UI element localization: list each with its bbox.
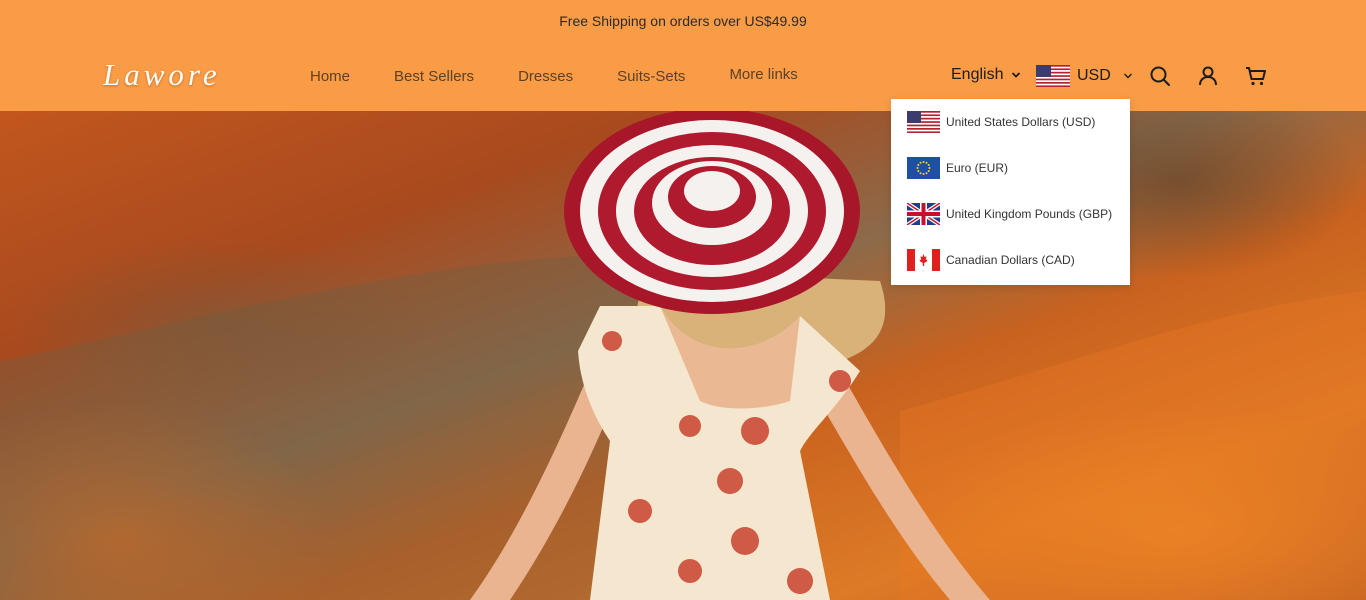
- us-flag-icon: [907, 111, 940, 133]
- currency-option-cad[interactable]: Canadian Dollars (CAD): [907, 248, 1075, 272]
- announcement-bar: Free Shipping on orders over US$49.99: [0, 0, 1366, 42]
- nav-home[interactable]: Home: [310, 68, 350, 85]
- site-header: Lawore Home Best Sellers Dresses Suits-S…: [0, 42, 1366, 111]
- hero-image: [0, 111, 1366, 600]
- nav-dresses[interactable]: Dresses: [518, 68, 573, 85]
- chevron-down-icon: [1012, 72, 1021, 78]
- ca-flag-icon: [907, 249, 940, 271]
- cart-icon[interactable]: [1244, 64, 1268, 88]
- currency-option-label: Canadian Dollars (CAD): [946, 253, 1075, 267]
- currency-option-label: Euro (EUR): [946, 161, 1009, 175]
- currency-option-gbp[interactable]: United Kingdom Pounds (GBP): [907, 202, 1112, 226]
- currency-label: USD: [1077, 67, 1111, 84]
- account-icon[interactable]: [1196, 64, 1220, 88]
- eu-flag-icon: [907, 157, 940, 179]
- chevron-down-icon: [1123, 73, 1132, 79]
- brand-logo[interactable]: Lawore: [103, 57, 221, 93]
- us-flag-icon: [1036, 65, 1070, 87]
- language-label: English: [951, 66, 1004, 83]
- currency-option-label: United States Dollars (USD): [946, 115, 1096, 129]
- currency-option-label: United Kingdom Pounds (GBP): [946, 207, 1113, 221]
- search-icon[interactable]: [1148, 64, 1172, 88]
- uk-flag-icon: [907, 203, 940, 225]
- nav-more-links[interactable]: More links: [729, 66, 797, 83]
- nav-best-sellers[interactable]: Best Sellers: [394, 68, 474, 85]
- currency-dropdown: United States Dollars (USD) Euro (EUR) U…: [891, 99, 1130, 285]
- announcement-text: Free Shipping on orders over US$49.99: [559, 13, 807, 29]
- currency-option-usd[interactable]: United States Dollars (USD): [907, 110, 1095, 134]
- currency-option-eur[interactable]: Euro (EUR): [907, 156, 1008, 180]
- hero-illustration: [0, 111, 1366, 600]
- main-nav: Home Best Sellers Dresses Suits-Sets Mor…: [310, 42, 842, 111]
- language-selector[interactable]: English: [951, 66, 1021, 84]
- currency-selector[interactable]: USD: [1036, 65, 1133, 87]
- nav-suits-sets[interactable]: Suits-Sets: [617, 68, 685, 85]
